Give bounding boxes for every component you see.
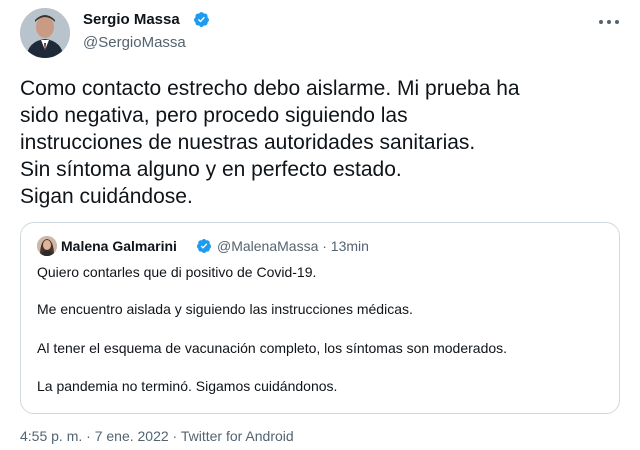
verified-badge-icon [194, 12, 209, 27]
tweet-card: Sergio Massa @SergioMassa Como contacto … [0, 0, 640, 450]
quoted-paragraph: Me encuentro aislada y siguiendo las ins… [37, 301, 413, 317]
quoted-paragraph: La pandemia no terminó. Sigamos cuidándo… [37, 378, 338, 394]
quoted-author-handle-time[interactable]: @MalenaMassa · 13min [217, 238, 369, 254]
quoted-tweet[interactable]: Malena Galmarini @MalenaMassa · 13min Qu… [20, 222, 620, 414]
author-avatar[interactable] [20, 8, 70, 58]
quoted-profile-photo-icon [37, 236, 57, 256]
tweet-line: instrucciones de nuestras autoridades sa… [20, 131, 476, 154]
quoted-author-avatar [37, 236, 57, 256]
tweet-line: Como contacto estrecho debo aislarme. Mi… [20, 77, 520, 100]
author-handle[interactable]: @SergioMassa [83, 34, 186, 51]
tweet-timestamp[interactable]: 4:55 p. m. · 7 ene. 2022 · [20, 428, 181, 444]
tweet-footer: 4:55 p. m. · 7 ene. 2022 · Twitter for A… [20, 428, 294, 444]
quoted-paragraph: Quiero contarles que di positivo de Covi… [37, 264, 317, 280]
quoted-verified-badge-icon [197, 239, 212, 253]
tweet-line: Sin síntoma alguno y en perfecto estado. [20, 158, 402, 181]
tweet-text: Como contacto estrecho debo aislarme. Mi… [20, 75, 630, 210]
profile-photo-icon [20, 8, 70, 58]
author-name[interactable]: Sergio Massa [83, 11, 180, 28]
quoted-paragraph: Al tener el esquema de vacunación comple… [37, 340, 508, 356]
quoted-author-name[interactable]: Malena Galmarini [61, 238, 177, 254]
more-options-icon[interactable] [598, 18, 620, 26]
tweet-line: Sigan cuidándose. [20, 185, 193, 208]
tweet-source-link[interactable]: Twitter for Android [181, 428, 294, 444]
tweet-line: sido negativa, pero procedo siguiendo la… [20, 104, 408, 127]
